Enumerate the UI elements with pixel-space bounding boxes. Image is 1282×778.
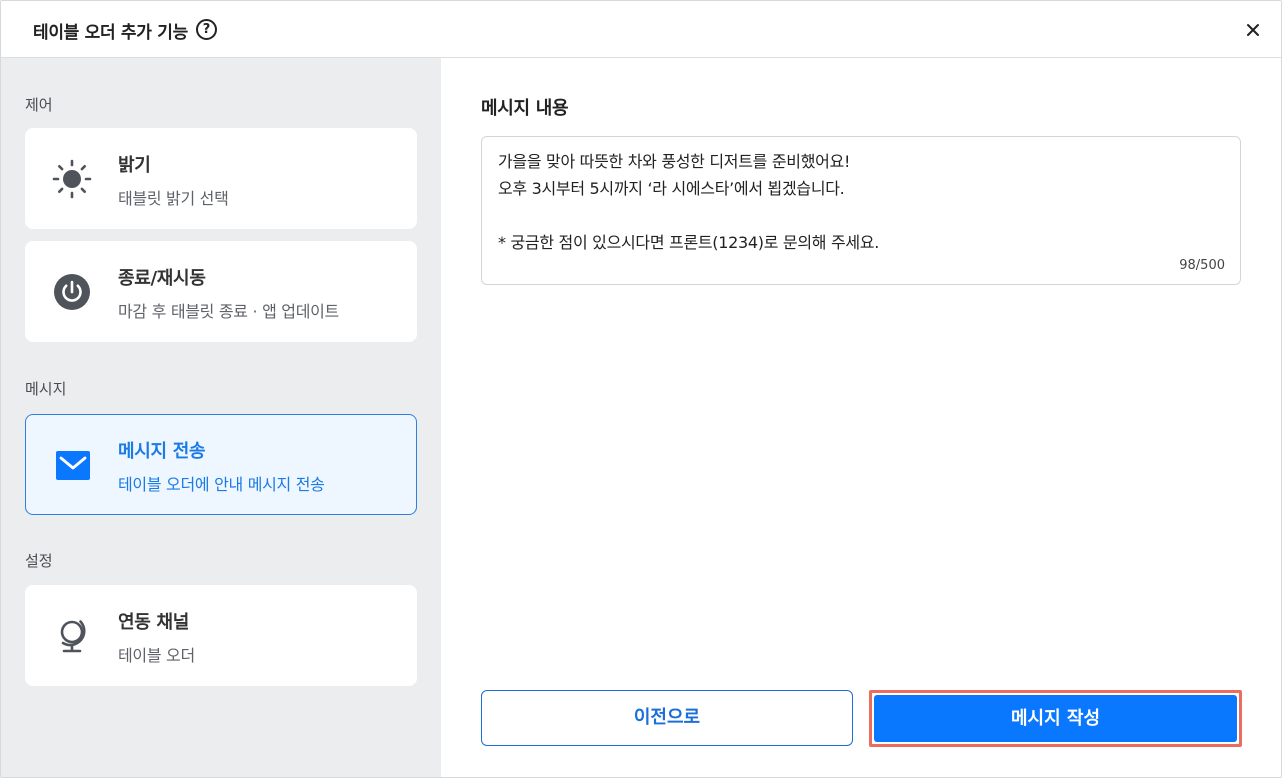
message-content-title: 메시지 내용 (481, 98, 569, 119)
help-icon[interactable]: ? (196, 19, 217, 40)
prev-button[interactable]: 이전으로 (481, 690, 853, 746)
char-counter: 98/500 (1179, 258, 1225, 273)
sidebar-item-subtitle: 마감 후 태블릿 종료 · 앱 업데이트 (118, 302, 339, 321)
sidebar-item-title: 연동 채널 (118, 612, 190, 633)
sidebar-item-title: 밝기 (118, 155, 151, 176)
section-label-control: 제어 (25, 96, 53, 114)
write-button-highlight: 메시지 작성 (869, 690, 1242, 747)
power-icon (52, 272, 92, 312)
modal-header: 테이블 오더 추가 기능 ? (1, 1, 1281, 58)
globe-icon (52, 616, 92, 656)
sidebar-item-subtitle: 테이블 오더에 안내 메시지 전송 (118, 475, 325, 494)
sidebar-item-subtitle: 테이블 오더 (118, 646, 195, 665)
section-label-settings: 설정 (25, 552, 53, 570)
message-textarea[interactable]: 가을을 맞아 따뜻한 차와 풍성한 디저트를 준비했어요! 오후 3시부터 5시… (481, 136, 1241, 285)
main-panel: 메시지 내용 가을을 맞아 따뜻한 차와 풍성한 디저트를 준비했어요! 오후 … (441, 58, 1281, 777)
sidebar-item-restart[interactable]: 종료/재시동 마감 후 태블릿 종료 · 앱 업데이트 (25, 241, 417, 342)
sidebar: 제어 밝기 태블릿 밝기 선택 종료/재시동 마감 후 태블릿 종료 · 앱 업… (1, 58, 441, 777)
message-line: 가을을 맞아 따뜻한 차와 풍성한 디저트를 준비했어요! (498, 152, 851, 171)
modal-title: 테이블 오더 추가 기능 (33, 23, 188, 43)
sidebar-item-brightness[interactable]: 밝기 태블릿 밝기 선택 (25, 128, 417, 229)
add-feature-modal: 테이블 오더 추가 기능 ? 제어 밝기 태블릿 밝기 선택 종료/재시동 마감… (0, 0, 1282, 778)
sidebar-item-linked-channel[interactable]: 연동 채널 테이블 오더 (25, 585, 417, 686)
write-message-button[interactable]: 메시지 작성 (874, 695, 1237, 742)
envelope-icon (52, 445, 92, 485)
sidebar-item-subtitle: 태블릿 밝기 선택 (118, 189, 229, 208)
message-line: * 궁금한 점이 있으시다면 프론트(1234)로 문의해 주세요. (498, 233, 880, 252)
sidebar-item-title: 종료/재시동 (118, 268, 206, 289)
close-icon[interactable] (1243, 20, 1263, 40)
message-line: 오후 3시부터 5시까지 ‘라 시에스타’에서 뵙겠습니다. (498, 179, 845, 198)
sidebar-item-send-message[interactable]: 메시지 전송 테이블 오더에 안내 메시지 전송 (25, 414, 417, 515)
sidebar-item-title: 메시지 전송 (118, 441, 206, 462)
section-label-message: 메시지 (25, 380, 67, 398)
sun-icon (52, 159, 92, 199)
